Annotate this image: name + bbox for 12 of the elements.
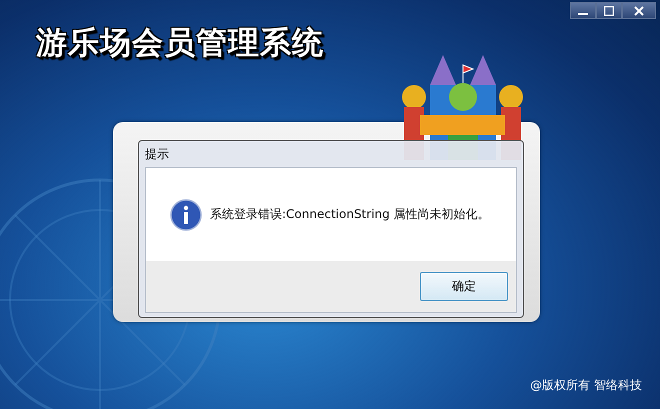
dialog-title: 提示 (145, 146, 170, 163)
copyright-text: @版权所有 智络科技 (530, 377, 642, 394)
close-button[interactable] (622, 2, 656, 19)
minimize-button[interactable] (570, 2, 596, 19)
error-message: 系统登录错误:ConnectionString 属性尚未初始化。 (210, 206, 490, 223)
ok-button[interactable]: 确定 (420, 272, 508, 301)
app-title: 游乐场会员管理系统 (36, 24, 324, 63)
maximize-icon (604, 6, 614, 16)
info-icon (170, 198, 202, 230)
close-icon (634, 6, 644, 16)
maximize-button[interactable] (596, 2, 622, 19)
minimize-icon (578, 13, 588, 15)
